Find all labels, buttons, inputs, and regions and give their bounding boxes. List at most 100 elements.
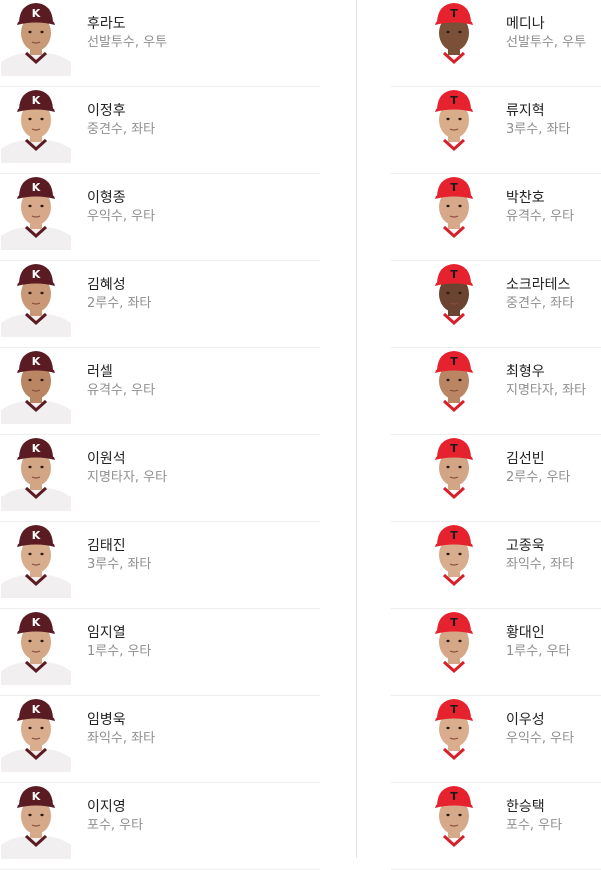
player-info: 메디나선발투수, 우투: [506, 15, 586, 51]
player-name[interactable]: 박찬호: [506, 189, 574, 207]
player-name[interactable]: 이형종: [87, 189, 155, 207]
player-photo[interactable]: T: [419, 783, 489, 859]
player-name[interactable]: 메디나: [506, 15, 586, 33]
player-position-bat: 지명타자, 우타: [87, 470, 168, 485]
player-position-bat: 유격수, 우타: [87, 383, 156, 398]
player-info: 임지열 1루수, 우타: [87, 624, 151, 660]
player-name[interactable]: 최형우: [506, 363, 586, 381]
player-name[interactable]: 김혜성: [87, 276, 151, 294]
player-row[interactable]: T 김선빈 2루수, 우타: [301, 435, 601, 522]
player-name[interactable]: 류지혁: [506, 102, 570, 120]
svg-text:K: K: [32, 181, 41, 194]
player-name[interactable]: 임병욱: [87, 711, 155, 729]
player-photo[interactable]: T: [419, 522, 489, 598]
player-position-bat: 포수, 우타: [87, 818, 144, 833]
player-row[interactable]: K 후라도선발투수, 우투: [0, 0, 320, 87]
player-row[interactable]: T 최형우지명타자, 좌타: [301, 348, 601, 435]
svg-text:K: K: [32, 529, 41, 542]
player-info: 이정후중견수, 좌타: [87, 102, 155, 138]
player-name[interactable]: 러셀: [87, 363, 155, 381]
svg-text:K: K: [32, 355, 41, 368]
player-info: 이우성 우익수, 우타: [506, 711, 574, 747]
svg-text:T: T: [450, 442, 458, 455]
player-position-bat: 중견수, 좌타: [506, 296, 575, 311]
player-name[interactable]: 이정후: [87, 102, 155, 120]
player-name[interactable]: 한승택: [506, 798, 562, 816]
player-row[interactable]: K 임지열 1루수, 우타: [0, 609, 320, 696]
svg-text:T: T: [450, 268, 458, 281]
player-row[interactable]: K 김혜성 2루수, 좌타: [0, 261, 320, 348]
player-photo[interactable]: T: [419, 174, 489, 250]
player-photo[interactable]: K: [1, 348, 71, 424]
player-row[interactable]: T 박찬호 유격수, 우타: [301, 174, 601, 261]
player-info: 한승택포수, 우타: [506, 798, 562, 834]
player-name[interactable]: 소크라테스: [506, 276, 574, 294]
player-info: 최형우지명타자, 좌타: [506, 363, 586, 399]
player-photo[interactable]: T: [419, 87, 489, 163]
player-photo[interactable]: T: [419, 435, 489, 511]
player-position-bat: 1루수, 우타: [506, 644, 571, 659]
svg-text:K: K: [32, 442, 41, 455]
player-photo[interactable]: T: [419, 696, 489, 772]
svg-text:T: T: [450, 790, 458, 803]
player-row[interactable]: T 고종욱좌익수, 좌타: [301, 522, 601, 609]
svg-text:K: K: [32, 703, 41, 716]
player-row[interactable]: T 황대인 1루수, 우타: [301, 609, 601, 696]
player-photo[interactable]: T: [419, 0, 489, 76]
player-name[interactable]: 황대인: [506, 624, 570, 642]
player-name[interactable]: 후라도: [87, 15, 167, 33]
player-name[interactable]: 김태진: [87, 537, 151, 555]
player-photo[interactable]: T: [419, 609, 489, 685]
player-position-bat: 2루수, 우타: [506, 470, 571, 485]
player-row[interactable]: T 한승택포수, 우타: [301, 783, 601, 870]
player-row[interactable]: T 메디나선발투수, 우투: [301, 0, 601, 87]
player-row[interactable]: K 이원석지명타자, 우타: [0, 435, 320, 522]
player-photo[interactable]: T: [419, 261, 489, 337]
player-position-bat: 선발투수, 우투: [506, 35, 587, 50]
player-photo[interactable]: K: [1, 0, 71, 76]
player-row[interactable]: K 임병욱 좌익수, 좌타: [0, 696, 320, 783]
player-photo[interactable]: K: [1, 261, 71, 337]
player-row[interactable]: T 소크라테스중견수, 좌타: [301, 261, 601, 348]
player-row[interactable]: T 류지혁 3루수, 좌타: [301, 87, 601, 174]
player-info: 김태진 3루수, 좌타: [87, 537, 151, 573]
player-photo[interactable]: K: [1, 696, 71, 772]
player-photo[interactable]: K: [1, 783, 71, 859]
svg-text:T: T: [450, 94, 458, 107]
player-row[interactable]: K 이지영포수, 우타: [0, 783, 320, 870]
player-name[interactable]: 이원석: [87, 450, 167, 468]
player-name[interactable]: 이지영: [87, 798, 143, 816]
svg-text:K: K: [32, 7, 41, 20]
player-info: 고종욱좌익수, 좌타: [506, 537, 574, 573]
svg-text:T: T: [450, 529, 458, 542]
player-position-bat: 지명타자, 좌타: [506, 383, 587, 398]
player-info: 후라도선발투수, 우투: [87, 15, 167, 51]
player-row[interactable]: K 이정후중견수, 좌타: [0, 87, 320, 174]
player-row[interactable]: K 이형종우익수, 우타: [0, 174, 320, 261]
svg-text:K: K: [32, 268, 41, 281]
player-position-bat: 3루수, 좌타: [87, 557, 152, 572]
player-info: 박찬호 유격수, 우타: [506, 189, 574, 225]
player-position-bat: 포수, 우타: [506, 818, 563, 833]
player-row[interactable]: K 김태진 3루수, 좌타: [0, 522, 320, 609]
player-photo[interactable]: K: [1, 609, 71, 685]
player-name[interactable]: 임지열: [87, 624, 151, 642]
svg-text:T: T: [450, 616, 458, 629]
player-position-bat: 3루수, 좌타: [506, 122, 571, 137]
player-row[interactable]: T 이우성 우익수, 우타: [301, 696, 601, 783]
player-photo[interactable]: K: [1, 174, 71, 250]
player-position-bat: 중견수, 좌타: [87, 122, 156, 137]
player-name[interactable]: 고종욱: [506, 537, 574, 555]
player-photo[interactable]: T: [419, 348, 489, 424]
player-photo[interactable]: K: [1, 435, 71, 511]
player-position-bat: 좌익수, 좌타: [506, 557, 575, 572]
player-photo[interactable]: K: [1, 87, 71, 163]
player-position-bat: 우익수, 우타: [87, 209, 156, 224]
player-position-bat: 선발투수, 우투: [87, 35, 168, 50]
player-name[interactable]: 김선빈: [506, 450, 570, 468]
player-row[interactable]: K 러셀유격수, 우타: [0, 348, 320, 435]
player-photo[interactable]: K: [1, 522, 71, 598]
player-name[interactable]: 이우성: [506, 711, 574, 729]
player-info: 러셀유격수, 우타: [87, 363, 155, 399]
player-info: 황대인 1루수, 우타: [506, 624, 570, 660]
